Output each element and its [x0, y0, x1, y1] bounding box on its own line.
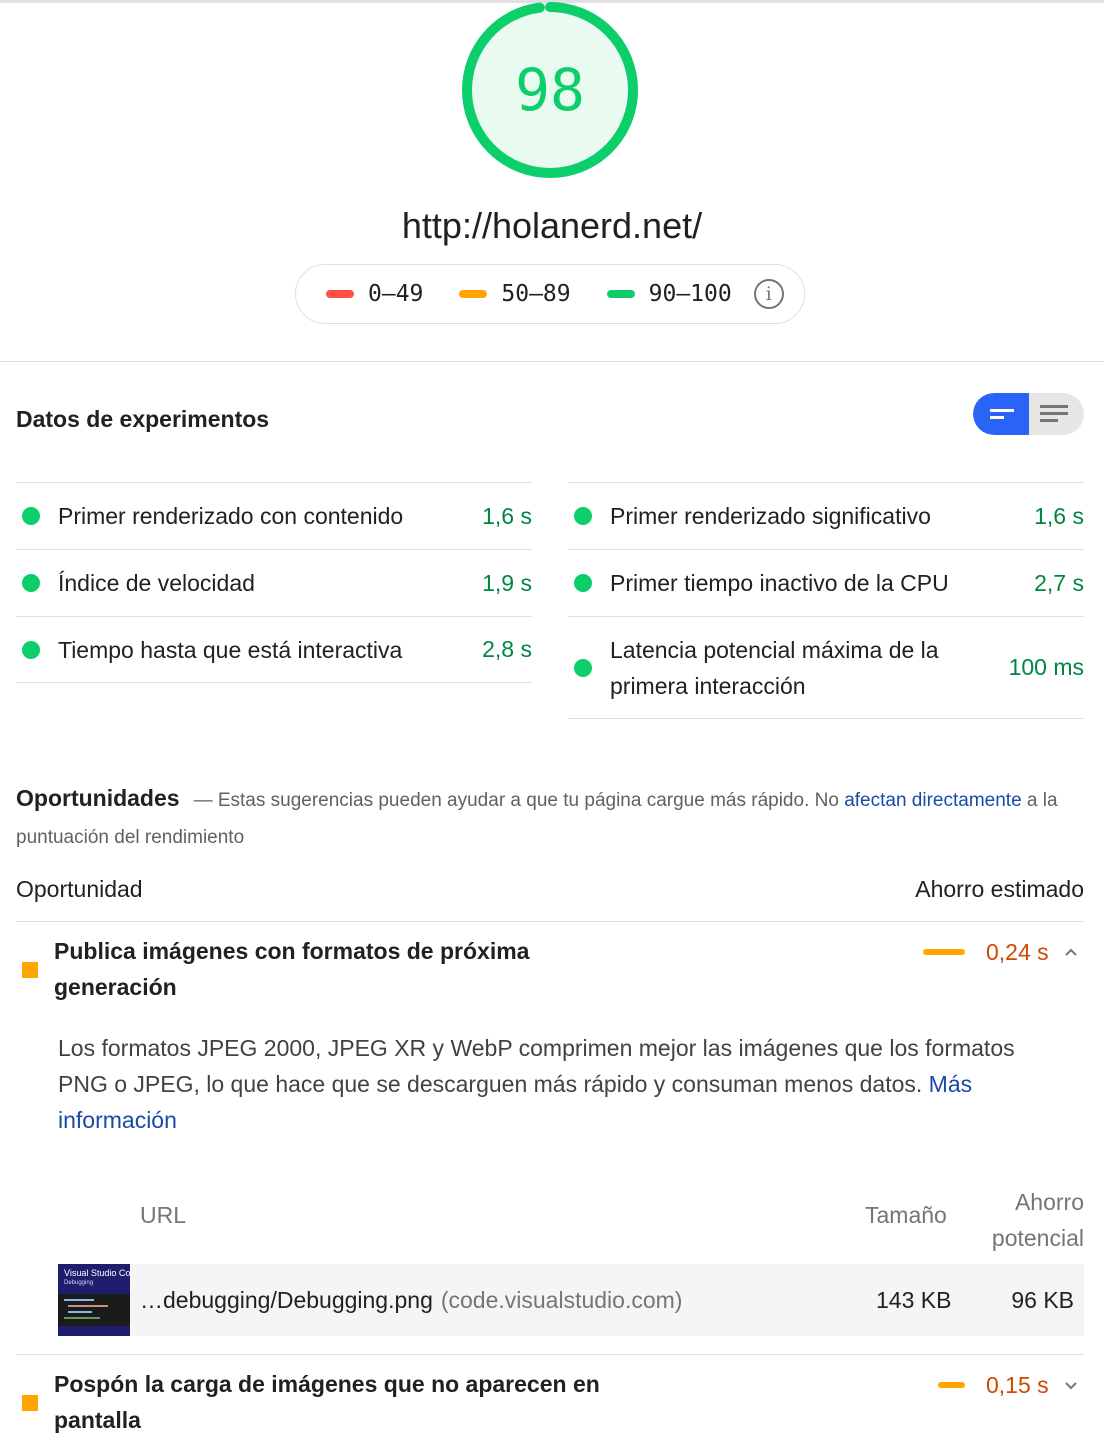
audit-description: Los formatos JPEG 2000, JPEG XR y WebP c… — [58, 1030, 1058, 1138]
score-legend: 0–49 50–89 90–100 i — [295, 264, 805, 324]
legend-average-label: 50–89 — [501, 281, 571, 307]
section-divider — [0, 361, 1104, 362]
image-thumbnail: Visual Studio Code Debugging — [58, 1264, 130, 1336]
savings-bar — [923, 949, 965, 955]
code-line — [68, 1305, 108, 1307]
metric-first-cpu-idle: Primer tiempo inactivo de la CPU 2,7 s — [568, 549, 1084, 616]
metrics-left-column: Primer renderizado con contenido 1,6 s Í… — [16, 482, 532, 683]
pass-indicator — [574, 658, 592, 677]
savings-bar — [938, 1382, 965, 1388]
column-opportunity: Oportunidad — [16, 876, 143, 902]
metric-speed-index: Índice de velocidad 1,9 s — [16, 549, 532, 616]
audit-savings: 0,15 s — [986, 1372, 1049, 1398]
resource-path[interactable]: …debugging/Debugging.png — [140, 1287, 433, 1313]
opportunities-heading: Oportunidades — [16, 785, 180, 811]
score-value: 98 — [515, 56, 585, 124]
chevron-up-icon[interactable] — [1064, 945, 1078, 959]
thumbnail-subtitle: Debugging — [64, 1280, 94, 1286]
metric-fcp: Primer renderizado con contenido 1,6 s — [16, 482, 532, 549]
metric-value: 100 ms — [1008, 654, 1084, 680]
metric-label: Primer tiempo inactivo de la CPU — [610, 570, 949, 596]
compact-view-icon[interactable] — [973, 393, 1029, 435]
chevron-down-icon[interactable] — [1064, 1379, 1078, 1393]
pass-indicator — [574, 507, 592, 525]
metric-max-fid: Latencia potencial máxima de la primera … — [568, 616, 1084, 719]
column-url: URL — [140, 1202, 187, 1228]
audit-title: Publica imágenes con formatos de próxima… — [54, 938, 530, 1000]
audit-savings: 0,24 s — [986, 939, 1049, 965]
legend-pass-label: 90–100 — [648, 281, 732, 307]
expanded-view-icon[interactable] — [1040, 405, 1068, 426]
legend-fail-bar — [326, 290, 354, 298]
code-line — [64, 1317, 100, 1319]
legend-pass-bar — [606, 290, 635, 298]
metrics-view-toggle[interactable] — [973, 393, 1084, 435]
pass-indicator — [22, 507, 40, 525]
metric-value: 1,6 s — [482, 502, 532, 529]
audit-divider — [16, 1354, 1084, 1355]
opportunities-table-header: Oportunidad Ahorro estimado — [16, 876, 1084, 903]
metric-value: 2,7 s — [1034, 569, 1084, 596]
metric-fmp: Primer renderizado significativo 1,6 s — [568, 482, 1084, 549]
legend-item-pass: 90–100 — [606, 281, 732, 307]
average-indicator — [22, 962, 38, 978]
table-row: Visual Studio Code Debugging …debugging/… — [58, 1264, 1084, 1336]
resource-size: 143 KB — [876, 1287, 952, 1313]
info-icon[interactable]: i — [753, 279, 784, 309]
pass-indicator — [574, 574, 592, 592]
audit-next-gen-images[interactable]: Publica imágenes con formatos de próxima… — [16, 933, 1084, 1013]
column-potential-savings: Ahorro potencial — [991, 1189, 1084, 1251]
resource-url[interactable]: …debugging/Debugging.png (code.visualstud… — [140, 1287, 682, 1314]
pass-indicator — [22, 574, 40, 592]
metric-label: Primer renderizado significativo — [610, 503, 931, 529]
metric-label: Latencia potencial máxima de la primera … — [610, 636, 939, 699]
legend-item-fail: 0–49 — [326, 281, 423, 307]
audit-description-text: Los formatos JPEG 2000, JPEG XR y WebP c… — [58, 1035, 1015, 1097]
metric-value: 1,9 s — [482, 569, 532, 596]
metric-label: Índice de velocidad — [58, 570, 255, 596]
site-url: http://holanerd.net/ — [401, 205, 703, 246]
column-size: Tamaño — [865, 1202, 947, 1228]
thumbnail-code-area — [58, 1294, 130, 1326]
metric-label: Tiempo hasta que está interactiva — [58, 636, 403, 663]
legend-fail-label: 0–49 — [368, 281, 424, 307]
legend-item-average: 50–89 — [459, 281, 571, 307]
pass-indicator — [22, 640, 40, 659]
opportunities-intro-text: — Estas sugerencias pueden ayudar a que … — [193, 790, 845, 811]
audit-title: Pospón la carga de imágenes que no apare… — [54, 1371, 600, 1433]
table-divider — [16, 921, 1084, 922]
code-line — [64, 1299, 94, 1301]
metric-value: 1,6 s — [1034, 502, 1084, 529]
details-table-header: URL Tamaño Ahorro potencial — [58, 1180, 1084, 1251]
resource-savings: 96 KB — [1011, 1287, 1074, 1313]
opportunities-intro: Oportunidades — Estas sugerencias pueden … — [16, 780, 1084, 856]
average-indicator — [22, 1395, 38, 1411]
audit-offscreen-images[interactable]: Pospón la carga de imágenes que no apare… — [16, 1366, 1084, 1443]
metrics-right-column: Primer renderizado significativo 1,6 s P… — [568, 482, 1084, 719]
lab-data-title: Datos de experimentos — [16, 406, 270, 432]
metric-label: Primer renderizado con contenido — [58, 503, 404, 529]
metric-value: 2,8 s — [482, 636, 532, 662]
metric-tti: Tiempo hasta que está interactiva 2,8 s — [16, 616, 532, 683]
legend-average-bar — [459, 290, 488, 298]
score-gauge: 98 — [460, 0, 640, 180]
code-line — [68, 1311, 92, 1313]
resource-host: (code.visualstudio.com) — [440, 1287, 683, 1313]
column-estimated-savings: Ahorro estimado — [915, 876, 1084, 902]
thumbnail-title: Visual Studio Code — [64, 1268, 130, 1278]
opportunities-intro-link[interactable]: afectan directamente — [844, 790, 1021, 811]
